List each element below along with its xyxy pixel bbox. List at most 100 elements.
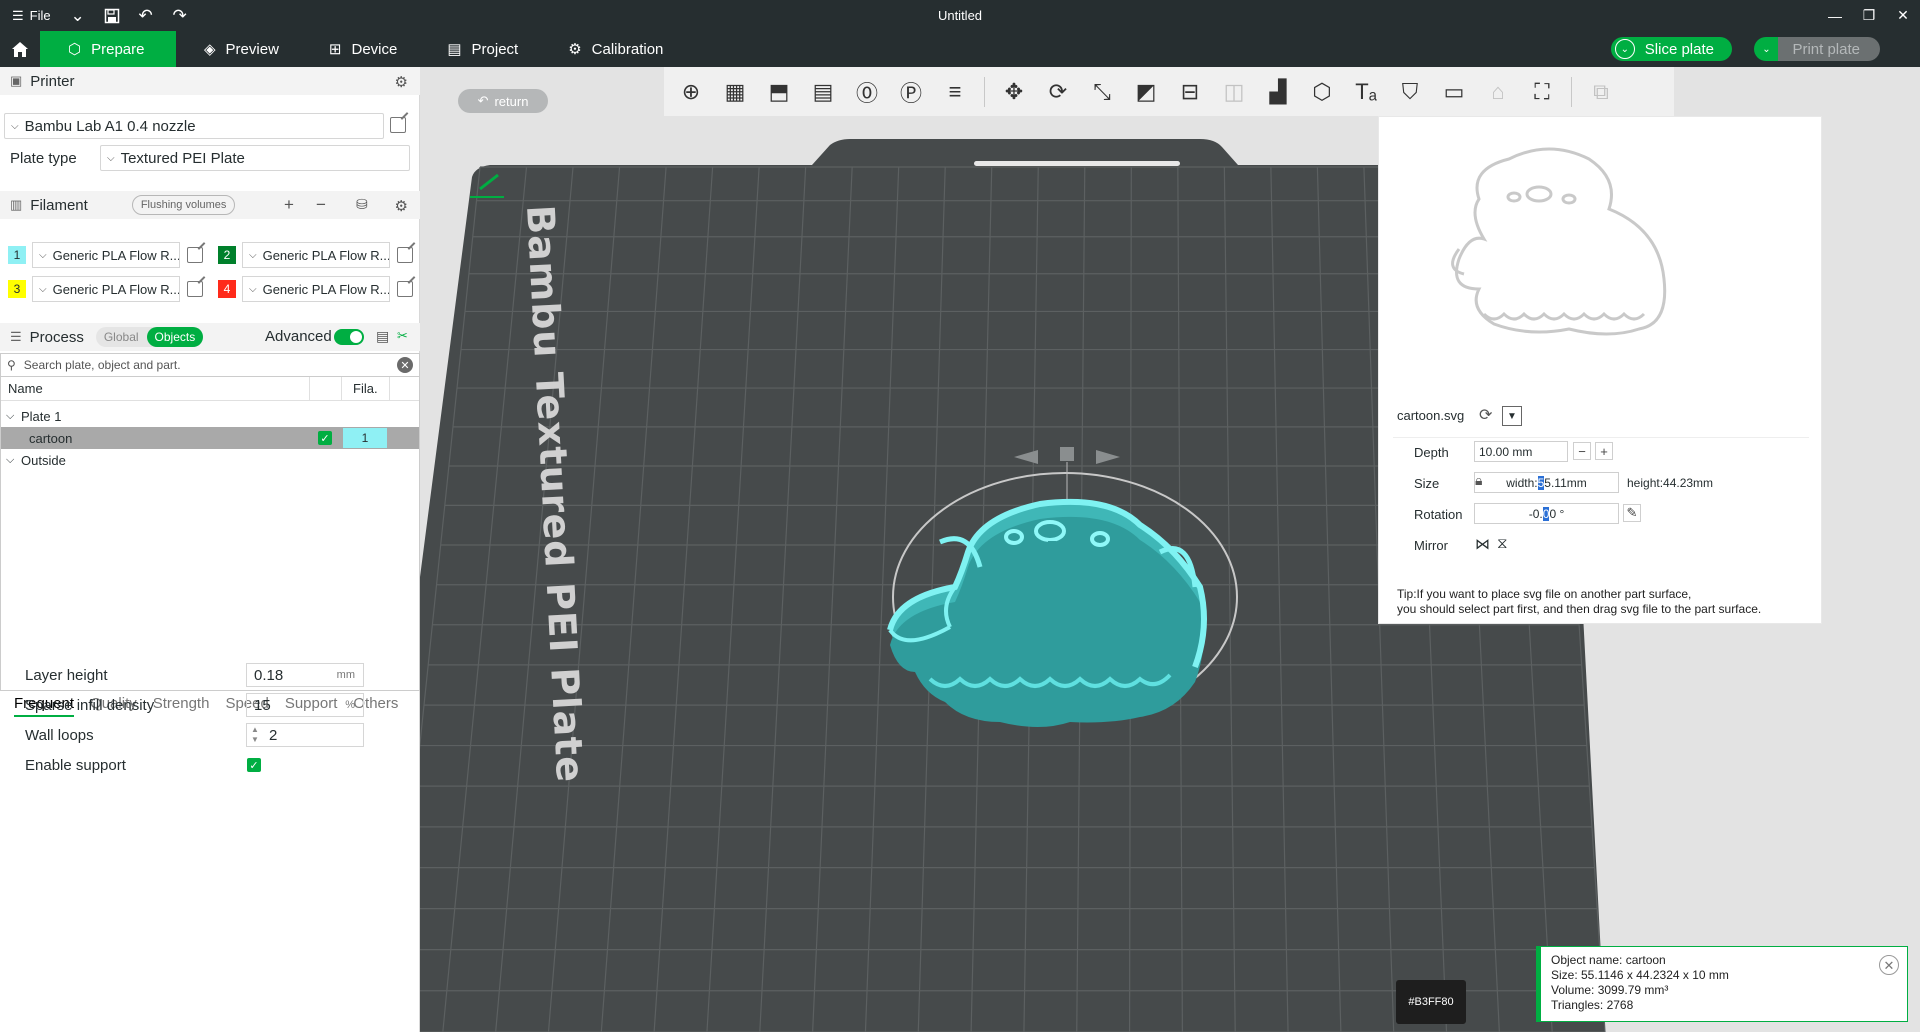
restore-icon[interactable]: ❐ — [1852, 0, 1886, 31]
tab-device[interactable]: ⊞ Device — [301, 31, 419, 67]
3d-viewport[interactable]: Bambu Textured PEI Plate ↶ return ⊕ ▦ ⬒ … — [420, 67, 1920, 1032]
scale-icon[interactable]: ⤡ — [1087, 77, 1117, 107]
filament-settings-icon[interactable]: ⚙ — [395, 197, 408, 215]
measure-icon[interactable]: ▭ — [1439, 77, 1469, 107]
close-icon[interactable]: ✕ — [1886, 0, 1920, 31]
object-search-input[interactable]: ⚲ Search plate, object and part. ✕ — [0, 353, 420, 377]
objects-option[interactable]: Objects — [146, 327, 204, 347]
seam-icon[interactable]: ⬡ — [1307, 77, 1337, 107]
layer-height-input[interactable]: 0.18 mm — [246, 663, 364, 687]
tab-prepare[interactable]: ⬡ Prepare — [40, 31, 176, 67]
object-visible-checkbox[interactable]: ✓ — [318, 431, 332, 445]
filament-slot-3-select[interactable]: ⌵ Generic PLA Flow R... — [32, 276, 180, 302]
chevron-down-icon[interactable]: ⌄ — [61, 0, 95, 31]
enable-support-checkbox[interactable]: ✓ — [247, 758, 261, 772]
mirror-horizontal-icon[interactable]: ⋈ — [1475, 535, 1490, 553]
explode-icon[interactable]: ⧉ — [1586, 77, 1616, 107]
lay-on-face-icon[interactable]: ◩ — [1131, 77, 1161, 107]
mirror-vertical-icon[interactable]: ⧖ — [1497, 535, 1508, 552]
tab-strength[interactable]: Strength — [153, 691, 210, 717]
edit-filament-1-icon[interactable] — [187, 247, 203, 263]
remove-filament-icon[interactable]: − — [316, 195, 326, 215]
depth-decrease-button[interactable]: − — [1573, 442, 1591, 460]
slice-dropdown-icon[interactable]: ⌄ — [1614, 39, 1635, 59]
object-filament-cell[interactable]: 1 — [343, 428, 387, 448]
plate-0-icon[interactable]: ⓪ — [852, 77, 882, 107]
plate-row[interactable]: ⌵ Plate 1 — [1, 405, 419, 427]
print-dropdown-icon[interactable]: ⌄ — [1754, 37, 1779, 61]
auto-orient-icon[interactable]: ⬒ — [764, 77, 794, 107]
infill-density-input[interactable]: 15 % — [246, 693, 364, 717]
filament-slot-4-select[interactable]: ⌵ Generic PLA Flow R... — [242, 276, 390, 302]
depth-input[interactable]: 10.00 mm — [1474, 441, 1568, 462]
process-compare-icon[interactable]: ✂ — [397, 328, 408, 344]
process-list-icon[interactable]: ▤ — [376, 328, 389, 345]
save-icon[interactable] — [95, 0, 129, 31]
return-button[interactable]: ↶ return — [458, 89, 548, 113]
close-info-icon[interactable]: ✕ — [1879, 955, 1899, 975]
depth-increase-button[interactable]: + — [1595, 442, 1613, 460]
filament-slot-1-swatch[interactable]: 1 — [8, 246, 26, 264]
rotation-input[interactable]: -0. 0 0 ° — [1474, 503, 1619, 524]
wall-loops-stepper[interactable]: ▲ ▼ 2 — [246, 723, 364, 747]
add-plate-icon[interactable]: ▦ — [720, 77, 750, 107]
text-icon[interactable]: Tₐ — [1351, 77, 1381, 107]
file-menu-button[interactable]: ☰ File — [0, 0, 61, 31]
object-row-cartoon[interactable]: cartoon ✓ 1 — [1, 427, 419, 449]
info-size: Size: 55.1146 x 44.2324 x 10 mm — [1551, 968, 1729, 982]
undo-icon[interactable]: ↶ — [129, 0, 163, 31]
chevron-down-icon[interactable]: ⌵ — [6, 454, 14, 467]
boolean-icon[interactable]: ◫ — [1219, 77, 1249, 107]
filament-slot-3-swatch[interactable]: 3 — [8, 280, 26, 298]
search-icon: ⚲ — [7, 358, 16, 372]
stepper-arrows-icon[interactable]: ▲ ▼ — [251, 725, 259, 745]
sync-filament-icon[interactable]: ⛁ — [356, 196, 368, 213]
tab-calibration[interactable]: ⚙ Calibration — [540, 31, 685, 67]
redo-icon[interactable]: ↷ — [163, 0, 197, 31]
filament-slot-2-select[interactable]: ⌵ Generic PLA Flow R... — [242, 242, 390, 268]
print-plate-button[interactable]: ⌄ Print plate — [1754, 37, 1880, 61]
column-name[interactable]: Name — [8, 381, 43, 396]
plate-p-icon[interactable]: Ⓟ — [896, 77, 926, 107]
arrange-icon[interactable]: ▤ — [808, 77, 838, 107]
edit-filament-3-icon[interactable] — [187, 281, 203, 297]
assembly-icon[interactable]: ⌂ — [1483, 77, 1513, 107]
rotation-edit-icon[interactable]: ✎ — [1623, 504, 1641, 522]
outside-row[interactable]: ⌵ Outside — [1, 449, 419, 471]
flushing-volumes-button[interactable]: Flushing volumes — [131, 195, 236, 215]
tab-preview[interactable]: ◈ Preview — [176, 31, 301, 67]
reload-svg-icon[interactable]: ⟳ — [1479, 405, 1492, 425]
fit-view-icon[interactable]: ⛶ — [1527, 77, 1557, 107]
global-option[interactable]: Global — [96, 327, 147, 347]
printer-settings-icon[interactable]: ⚙ — [395, 73, 408, 91]
process-scope-toggle[interactable]: Global Objects — [95, 327, 204, 347]
minimize-icon[interactable]: — — [1818, 0, 1852, 31]
svg-options-dropdown-icon[interactable]: ▼ — [1502, 406, 1522, 426]
filament-slot-2-swatch[interactable]: 2 — [218, 246, 236, 264]
move-icon[interactable]: ✥ — [999, 77, 1029, 107]
add-filament-icon[interactable]: + — [284, 195, 294, 215]
add-object-icon[interactable]: ⊕ — [676, 77, 706, 107]
advanced-toggle[interactable] — [334, 329, 364, 345]
plate-type-select[interactable]: ⌵ Textured PEI Plate — [100, 145, 410, 171]
clear-search-icon[interactable]: ✕ — [397, 357, 413, 373]
home-button[interactable] — [0, 31, 40, 67]
cut-icon[interactable]: ⊟ — [1175, 77, 1205, 107]
column-fila[interactable]: Fila. — [353, 381, 378, 396]
support-paint-icon[interactable]: ▟ — [1263, 77, 1293, 107]
chevron-down-icon: ⌵ — [39, 249, 47, 261]
slice-plate-button[interactable]: ⌄ Slice plate — [1610, 37, 1732, 61]
chevron-down-icon: ⌵ — [11, 120, 19, 132]
edit-filament-4-icon[interactable] — [397, 281, 413, 297]
printer-select[interactable]: ⌵ Bambu Lab A1 0.4 nozzle — [4, 113, 384, 139]
edit-filament-2-icon[interactable] — [397, 247, 413, 263]
rotate-icon[interactable]: ⟳ — [1043, 77, 1073, 107]
width-input[interactable]: width: 5 5.11mm — [1474, 472, 1619, 493]
filament-slot-1-select[interactable]: ⌵ Generic PLA Flow R... — [32, 242, 180, 268]
color-paint-icon[interactable]: ⛉ — [1395, 77, 1425, 107]
layers-toolbar-icon[interactable]: ≡ — [940, 77, 970, 107]
chevron-down-icon[interactable]: ⌵ — [6, 410, 14, 423]
edit-printer-icon[interactable] — [390, 117, 406, 133]
tab-project[interactable]: ▤ Project — [419, 31, 540, 67]
filament-slot-4-swatch[interactable]: 4 — [218, 280, 236, 298]
